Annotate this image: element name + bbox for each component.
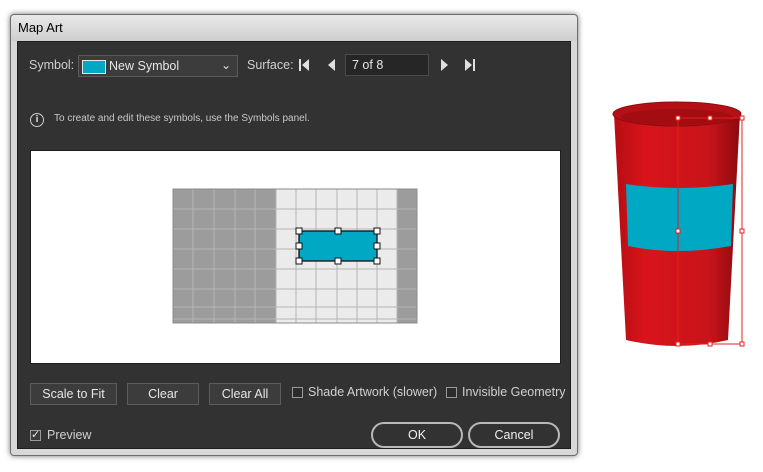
cup-label-art bbox=[626, 184, 733, 251]
previous-surface-icon[interactable] bbox=[327, 58, 337, 75]
map-art-dialog: Map Art Symbol: New Symbol ⌄ Surface: 7 … bbox=[10, 14, 578, 456]
next-surface-icon[interactable] bbox=[439, 58, 449, 75]
surface-field-value: 7 of 8 bbox=[352, 58, 384, 72]
preview-checkbox[interactable] bbox=[30, 428, 41, 441]
preview-label[interactable]: Preview bbox=[47, 428, 91, 442]
invisible-geometry-checkbox[interactable] bbox=[446, 387, 457, 398]
shade-artwork-checkbox[interactable] bbox=[292, 387, 303, 398]
clear-button[interactable]: Clear bbox=[127, 383, 199, 405]
ok-button[interactable]: OK bbox=[371, 422, 463, 448]
title-bar[interactable]: Map Art bbox=[11, 15, 577, 41]
last-surface-icon[interactable] bbox=[464, 58, 476, 75]
surface-field[interactable]: 7 of 8 bbox=[345, 54, 429, 76]
info-text: To create and edit these symbols, use th… bbox=[54, 113, 310, 124]
symbol-swatch bbox=[82, 60, 106, 74]
shade-artwork-label[interactable]: Shade Artwork (slower) bbox=[308, 385, 437, 399]
symbol-label: Symbol: bbox=[29, 58, 75, 72]
surface-preview bbox=[172, 188, 418, 324]
info-icon: i bbox=[30, 113, 44, 127]
first-surface-icon[interactable] bbox=[298, 58, 310, 75]
chevron-down-icon: ⌄ bbox=[220, 58, 231, 72]
symbol-dropdown[interactable]: New Symbol ⌄ bbox=[78, 55, 238, 77]
symbol-dropdown-value: New Symbol bbox=[109, 59, 180, 73]
cancel-button[interactable]: Cancel bbox=[468, 422, 560, 448]
invisible-geometry-label[interactable]: Invisible Geometry bbox=[462, 385, 566, 399]
dialog-title: Map Art bbox=[18, 20, 63, 35]
surface-label: Surface: bbox=[247, 58, 294, 72]
dialog-content: Symbol: New Symbol ⌄ Surface: 7 of 8 i T… bbox=[17, 41, 571, 449]
cup-3d-preview[interactable] bbox=[600, 96, 760, 358]
scale-to-fit-button[interactable]: Scale to Fit bbox=[30, 383, 117, 405]
clear-all-button[interactable]: Clear All bbox=[209, 383, 281, 405]
placed-symbol bbox=[295, 227, 381, 265]
symbol-mapping-canvas[interactable] bbox=[30, 150, 561, 364]
